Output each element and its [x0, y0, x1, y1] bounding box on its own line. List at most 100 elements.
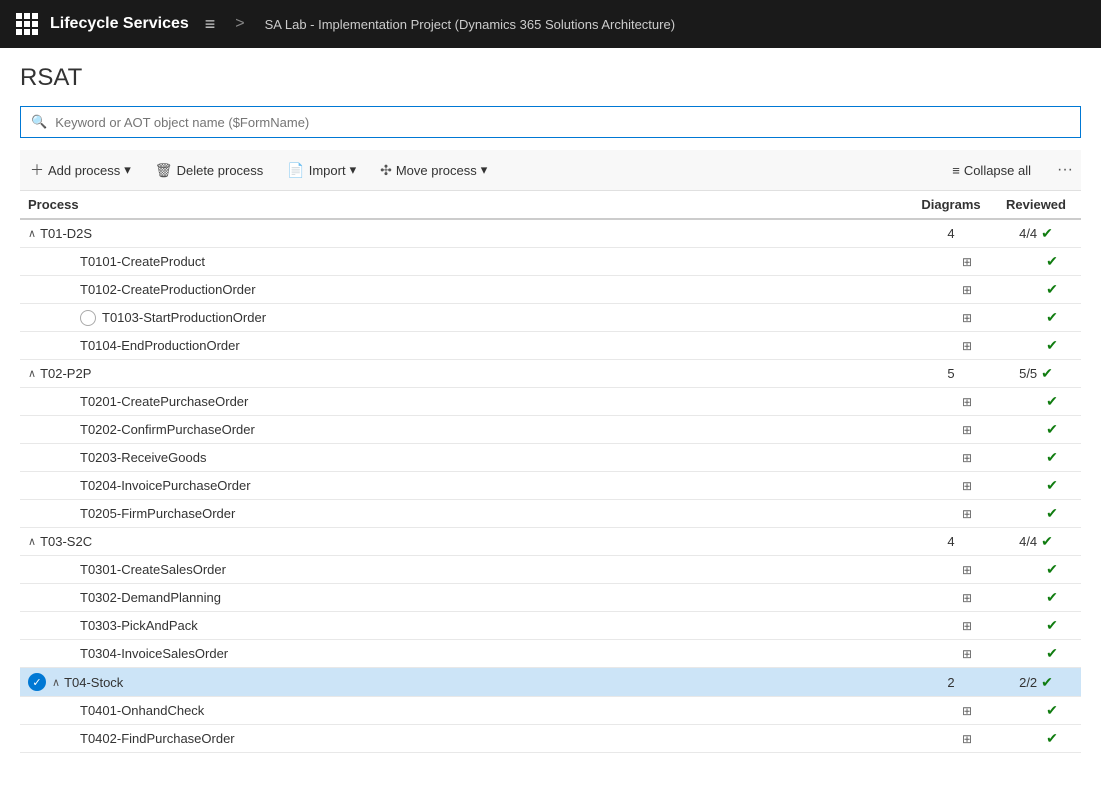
hamburger-icon[interactable]: ≡	[205, 14, 216, 35]
toolbar-right: ≡ Collapse all ···	[942, 157, 1081, 183]
diagram-icon[interactable]: ⊞	[962, 563, 972, 577]
child-label: T0101-CreateProduct	[80, 254, 205, 269]
group-label: T01-D2S	[40, 226, 92, 241]
child-diagrams: ⊞	[911, 584, 991, 612]
table-row[interactable]: T0304-InvoiceSalesOrder⊞✔	[20, 640, 1081, 668]
import-icon: 📄	[287, 162, 304, 179]
table-row[interactable]: T0402-FindPurchaseOrder⊞✔	[20, 725, 1081, 753]
child-reviewed: ✔	[991, 276, 1081, 304]
table-header-row: Process Diagrams Reviewed	[20, 191, 1081, 219]
check-icon: ✔	[1046, 337, 1058, 353]
check-icon: ✔	[1041, 225, 1053, 242]
reviewed-value: 5/5	[1019, 366, 1037, 381]
child-diagrams: ⊞	[911, 472, 991, 500]
diagram-icon[interactable]: ⊞	[962, 704, 972, 718]
table-row[interactable]: T0203-ReceiveGoods⊞✔	[20, 444, 1081, 472]
plus-icon: ＋	[30, 160, 44, 180]
table-row[interactable]: ∧T02-P2P55/5 ✔	[20, 360, 1081, 388]
diagram-icon[interactable]: ⊞	[962, 339, 972, 353]
child-reviewed: ✔	[991, 697, 1081, 725]
import-button[interactable]: 📄 Import ▾	[277, 158, 366, 183]
diagram-icon[interactable]: ⊞	[962, 451, 972, 465]
group-label: T02-P2P	[40, 366, 91, 381]
page-content: RSAT 🔍 ＋ Add process ▾ 🗑 Delete process …	[0, 48, 1101, 753]
diagram-icon[interactable]: ⊞	[962, 423, 972, 437]
child-diagrams: ⊞	[911, 332, 991, 360]
group-reviewed: 4/4 ✔	[991, 219, 1081, 248]
process-table: Process Diagrams Reviewed ∧T01-D2S44/4 ✔…	[20, 191, 1081, 753]
app-grid-icon[interactable]	[16, 13, 38, 35]
check-icon: ✔	[1046, 449, 1058, 465]
child-reviewed: ✔	[991, 640, 1081, 668]
check-icon: ✔	[1046, 477, 1058, 493]
diagram-icon[interactable]: ⊞	[962, 507, 972, 521]
table-row[interactable]: ∧T03-S2C44/4 ✔	[20, 528, 1081, 556]
child-diagrams: ⊞	[911, 388, 991, 416]
child-label: T0202-ConfirmPurchaseOrder	[80, 422, 255, 437]
delete-process-label: Delete process	[177, 163, 264, 178]
expand-icon[interactable]: ∧	[52, 676, 60, 689]
diagram-icon[interactable]: ⊞	[962, 619, 972, 633]
col-header-process: Process	[20, 191, 911, 219]
search-input[interactable]	[55, 115, 1070, 130]
reviewed-value: 2/2	[1019, 675, 1037, 690]
table-row[interactable]: T0303-PickAndPack⊞✔	[20, 612, 1081, 640]
table-row[interactable]: T0102-CreateProductionOrder⊞✔	[20, 276, 1081, 304]
child-label: T0205-FirmPurchaseOrder	[80, 506, 235, 521]
radio-icon	[80, 310, 96, 326]
expand-icon[interactable]: ∧	[28, 535, 36, 548]
table-row[interactable]: T0103-StartProductionOrder⊞✔	[20, 304, 1081, 332]
table-row[interactable]: T0104-EndProductionOrder⊞✔	[20, 332, 1081, 360]
child-diagrams: ⊞	[911, 276, 991, 304]
check-icon: ✔	[1046, 309, 1058, 325]
diagram-icon[interactable]: ⊞	[962, 479, 972, 493]
table-row[interactable]: T0201-CreatePurchaseOrder ⊞ ✔	[20, 388, 1081, 416]
child-diagrams: ⊞	[911, 416, 991, 444]
check-icon: ✔	[1046, 393, 1058, 409]
collapse-icon: ≡	[952, 163, 960, 178]
expand-icon[interactable]: ∧	[28, 227, 36, 240]
check-icon: ✔	[1046, 617, 1058, 633]
more-options-button[interactable]: ···	[1049, 157, 1081, 183]
diagram-icon[interactable]: ⊞	[962, 647, 972, 661]
group-reviewed: 5/5 ✔	[991, 360, 1081, 388]
table-row[interactable]: ✓∧T04-Stock22/2 ✔	[20, 668, 1081, 697]
check-icon: ✔	[1046, 253, 1058, 269]
expand-icon[interactable]: ∧	[28, 367, 36, 380]
diagram-icon[interactable]: ⊞	[962, 591, 972, 605]
table-row[interactable]: T0401-OnhandCheck⊞✔	[20, 697, 1081, 725]
table-row[interactable]: T0302-DemandPlanning⊞✔	[20, 584, 1081, 612]
child-reviewed: ✔	[991, 332, 1081, 360]
child-label: T0201-CreatePurchaseOrder	[80, 394, 248, 409]
diagram-icon[interactable]: ⊞	[962, 395, 972, 409]
collapse-all-label: Collapse all	[964, 163, 1031, 178]
table-row[interactable]: ∧T01-D2S44/4 ✔	[20, 219, 1081, 248]
reviewed-value: 4/4	[1019, 534, 1037, 549]
collapse-all-button[interactable]: ≡ Collapse all	[942, 159, 1041, 182]
group-label: T03-S2C	[40, 534, 92, 549]
table-row[interactable]: T0205-FirmPurchaseOrder ⊞ ✔	[20, 500, 1081, 528]
check-icon: ✔	[1046, 702, 1058, 718]
move-process-button[interactable]: ✣ Move process ▾	[370, 158, 497, 183]
app-title: Lifecycle Services	[50, 15, 189, 33]
diagram-icon[interactable]: ⊞	[962, 732, 972, 746]
table-row[interactable]: T0301-CreateSalesOrder⊞✔	[20, 556, 1081, 584]
diagram-icon[interactable]: ⊞	[962, 283, 972, 297]
child-diagrams: ⊞	[911, 640, 991, 668]
check-icon: ✔	[1046, 589, 1058, 605]
diagram-icon[interactable]: ⊞	[962, 255, 972, 269]
add-process-label: Add process	[48, 163, 120, 178]
delete-process-button[interactable]: 🗑 Delete process	[145, 158, 274, 183]
group-reviewed: 4/4 ✔	[991, 528, 1081, 556]
diagram-icon[interactable]: ⊞	[962, 311, 972, 325]
add-process-button[interactable]: ＋ Add process ▾	[20, 156, 141, 184]
check-icon: ✔	[1046, 505, 1058, 521]
child-reviewed: ✔	[991, 304, 1081, 332]
child-label: T0402-FindPurchaseOrder	[80, 731, 235, 746]
table-row[interactable]: T0101-CreateProduct ⊞ ✔	[20, 248, 1081, 276]
group-reviewed: 2/2 ✔	[991, 668, 1081, 697]
search-icon: 🔍	[31, 114, 47, 130]
table-row[interactable]: T0204-InvoicePurchaseOrder ⊞ ✔	[20, 472, 1081, 500]
child-label: T0204-InvoicePurchaseOrder	[80, 478, 251, 493]
table-row[interactable]: T0202-ConfirmPurchaseOrder⊞✔	[20, 416, 1081, 444]
